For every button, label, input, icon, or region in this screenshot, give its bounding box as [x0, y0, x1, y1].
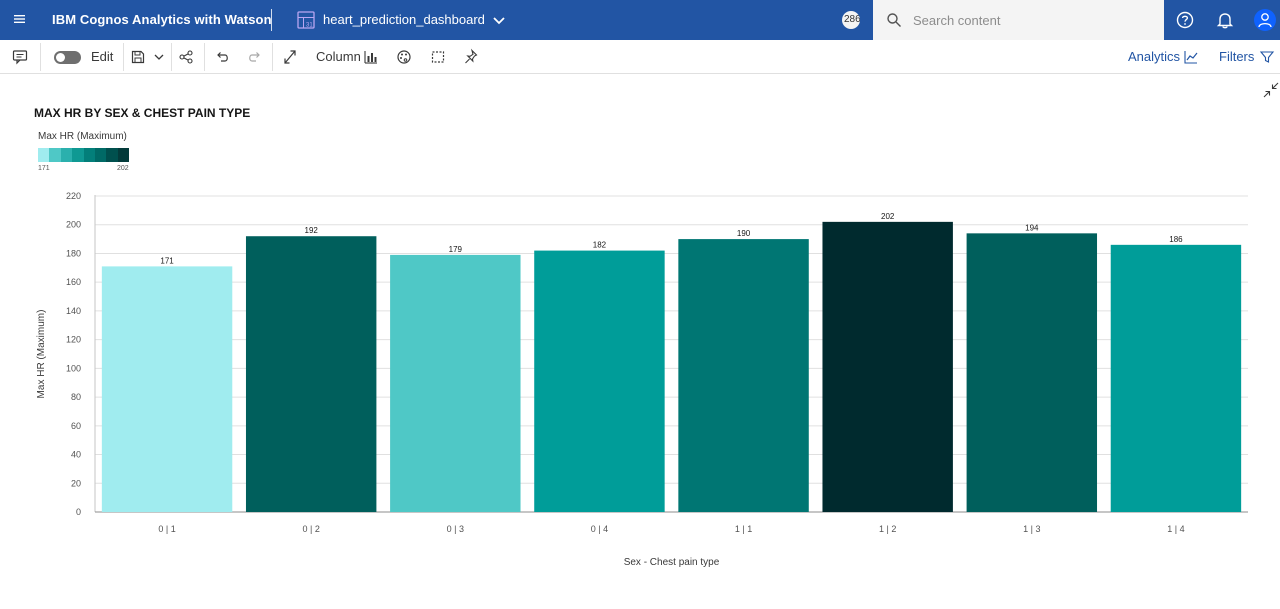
- dashboard-name[interactable]: heart_prediction_dashboard: [323, 12, 485, 27]
- bar[interactable]: [101, 266, 233, 512]
- search-input[interactable]: [913, 10, 1153, 30]
- palette-icon[interactable]: [396, 48, 412, 66]
- y-tick-label: 60: [71, 421, 81, 431]
- toggle-knob: [56, 53, 65, 62]
- data-label: 179: [449, 245, 463, 254]
- app-title[interactable]: IBM Cognos Analytics with Watson: [52, 12, 272, 27]
- y-tick-label: 200: [66, 220, 81, 230]
- y-tick-label: 20: [71, 478, 81, 488]
- analytics-chart-icon[interactable]: [1183, 48, 1199, 66]
- save-icon[interactable]: [130, 48, 146, 66]
- toolbar-divider: [272, 43, 273, 71]
- data-label: 202: [881, 212, 895, 221]
- y-tick-label: 180: [66, 248, 81, 258]
- dashboard-canvas: MAX HR BY SEX & CHEST PAIN TYPE Max HR (…: [0, 75, 1280, 609]
- select-region-icon[interactable]: [430, 48, 446, 66]
- x-tick-label: 1 | 4: [1167, 524, 1184, 534]
- data-label: 182: [593, 241, 607, 250]
- search-box: [873, 0, 1164, 40]
- y-tick-label: 220: [66, 191, 81, 201]
- menu-icon[interactable]: [8, 8, 30, 30]
- bar[interactable]: [822, 221, 953, 512]
- y-tick-label: 40: [71, 450, 81, 460]
- help-icon[interactable]: [1175, 10, 1195, 30]
- bar[interactable]: [1110, 244, 1242, 512]
- pin-icon[interactable]: [463, 48, 479, 66]
- search-icon: [887, 13, 901, 27]
- expand-icon[interactable]: [282, 48, 298, 66]
- visualization-type-label[interactable]: Column: [316, 49, 361, 64]
- bar[interactable]: [245, 236, 377, 512]
- dashboard-icon: 31: [297, 11, 315, 29]
- redo-icon[interactable]: [247, 48, 263, 66]
- column-chart: 0 20 40 60 80 100 120 140 160 180 200 220 171 0 | 1 19…: [36, 191, 1248, 568]
- header-divider: [271, 9, 272, 31]
- data-label: 192: [305, 226, 319, 235]
- toolbar-divider: [40, 43, 41, 71]
- share-icon[interactable]: [178, 48, 194, 66]
- x-axis-title: Sex - Chest pain type: [624, 557, 720, 568]
- toolbar-divider: [204, 43, 205, 71]
- user-icon[interactable]: [1254, 9, 1276, 31]
- x-tick-label: 1 | 2: [879, 524, 896, 534]
- chevron-down-icon[interactable]: [152, 48, 166, 66]
- y-tick-label: 140: [66, 306, 81, 316]
- chevron-down-icon[interactable]: [490, 11, 508, 29]
- svg-text:31: 31: [306, 23, 313, 29]
- bar[interactable]: [678, 239, 809, 512]
- edit-toggle[interactable]: [54, 51, 81, 64]
- data-label: 194: [1025, 223, 1039, 232]
- top-app-bar: IBM Cognos Analytics with Watson 31 hear…: [0, 0, 1280, 40]
- y-tick-label: 0: [76, 507, 81, 517]
- toolbar-divider: [123, 43, 124, 71]
- data-label: 190: [737, 229, 751, 238]
- bar[interactable]: [534, 250, 665, 512]
- column-chart-icon[interactable]: [363, 48, 379, 66]
- comment-icon[interactable]: [12, 48, 28, 66]
- notification-badge[interactable]: 286: [842, 11, 860, 29]
- y-tick-label: 100: [66, 363, 81, 373]
- y-tick-label: 160: [66, 277, 81, 287]
- notifications-icon[interactable]: [1215, 10, 1235, 30]
- data-label: 171: [160, 256, 174, 265]
- data-label: 186: [1169, 235, 1183, 244]
- x-tick-label: 0 | 1: [158, 524, 175, 534]
- filters-button[interactable]: Filters: [1219, 49, 1254, 64]
- undo-icon[interactable]: [214, 48, 230, 66]
- x-tick-label: 1 | 3: [1023, 524, 1040, 534]
- y-tick-label: 80: [71, 392, 81, 402]
- x-tick-label: 0 | 4: [591, 524, 608, 534]
- dashboard-toolbar: Edit Column Analytics Filters: [0, 40, 1280, 74]
- x-tick-label: 0 | 3: [447, 524, 464, 534]
- analytics-button[interactable]: Analytics: [1128, 49, 1180, 64]
- x-tick-label: 1 | 1: [735, 524, 752, 534]
- x-tick-label: 0 | 2: [303, 524, 320, 534]
- edit-label: Edit: [91, 49, 114, 64]
- toolbar-divider: [171, 43, 172, 71]
- bar[interactable]: [966, 233, 1098, 512]
- bar[interactable]: [390, 254, 521, 512]
- y-tick-label: 120: [66, 335, 81, 345]
- filter-icon[interactable]: [1259, 48, 1275, 66]
- y-axis-title: Max HR (Maximum): [36, 310, 47, 399]
